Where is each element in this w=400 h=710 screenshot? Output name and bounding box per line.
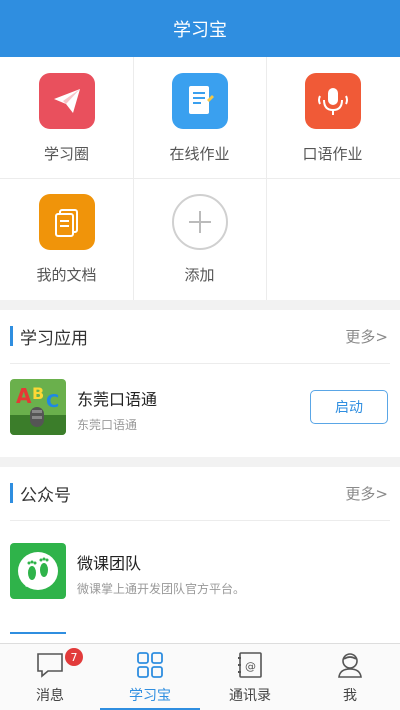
tab-label: 我	[343, 688, 357, 704]
grid-item-my-documents[interactable]: 我的文档	[0, 178, 133, 299]
svg-text:@: @	[245, 660, 256, 673]
section-title: 公众号	[20, 486, 71, 506]
svg-text:C: C	[46, 391, 59, 412]
unread-badge: 7	[65, 648, 83, 666]
svg-text:A: A	[16, 384, 32, 408]
tab-contacts[interactable]: @ 通讯录	[200, 644, 300, 710]
tab-messages[interactable]: 7 消息	[0, 644, 100, 710]
app-header: 学习宝	[0, 0, 400, 57]
tab-study[interactable]: 学习宝	[100, 644, 200, 710]
add-icon	[171, 194, 228, 250]
grid-item-study-circle[interactable]: 学习圈	[0, 57, 133, 178]
apps-section-header: 学习应用 更多>	[0, 310, 400, 364]
feature-grid: 学习圈 在线作业 口语作业 我的文档 添加	[0, 57, 400, 300]
official-section-header: 公众号 更多>	[0, 467, 400, 521]
section-accent-bar	[10, 483, 13, 503]
microphone-icon	[304, 73, 361, 129]
page-title: 学习宝	[173, 19, 227, 41]
document-pen-icon	[171, 73, 228, 129]
grid-icon	[135, 650, 165, 680]
app-logo-icon: A B C	[10, 379, 66, 435]
tab-label: 消息	[36, 688, 64, 704]
grid-item-add[interactable]: 添加	[133, 178, 266, 299]
app-desc: 东莞口语通	[77, 418, 138, 432]
section-accent-bar	[10, 326, 13, 346]
documents-icon	[38, 194, 95, 250]
bottom-tab-bar: 7 消息 学习宝 @ 通讯录 我	[0, 643, 400, 710]
grid-item-label: 学习圈	[43, 145, 89, 163]
grid-item-label: 添加	[184, 266, 215, 284]
app-name: 东莞口语通	[77, 390, 158, 409]
grid-item-label: 在线作业	[169, 145, 230, 163]
official-more-link[interactable]: 更多>	[345, 483, 388, 504]
account-desc: 微课掌上通开发团队官方平台。	[77, 582, 246, 596]
svg-text:B: B	[32, 384, 44, 403]
paper-plane-icon	[38, 73, 95, 129]
person-icon	[335, 650, 365, 680]
tab-label: 学习宝	[129, 688, 171, 704]
tab-me[interactable]: 我	[300, 644, 400, 710]
app-row[interactable]: A B C 东莞口语通 东莞口语通 启动	[0, 364, 400, 457]
grid-item-label: 我的文档	[36, 266, 97, 284]
account-name: 微课团队	[77, 554, 142, 573]
launch-button[interactable]: 启动	[310, 390, 388, 424]
footprints-icon	[10, 543, 66, 599]
grid-item-label: 口语作业	[302, 145, 363, 163]
official-account-row[interactable]: 微课团队 微课掌上通开发团队官方平台。	[0, 521, 400, 643]
chat-bubble-icon	[35, 650, 65, 680]
grid-item-online-homework[interactable]: 在线作业	[133, 57, 266, 178]
apps-more-link[interactable]: 更多>	[345, 326, 388, 347]
contacts-icon: @	[235, 650, 265, 680]
scroll-indicator	[10, 632, 66, 634]
section-title: 学习应用	[20, 329, 88, 349]
tab-label: 通讯录	[229, 688, 271, 704]
grid-item-oral-homework[interactable]: 口语作业	[266, 57, 399, 178]
